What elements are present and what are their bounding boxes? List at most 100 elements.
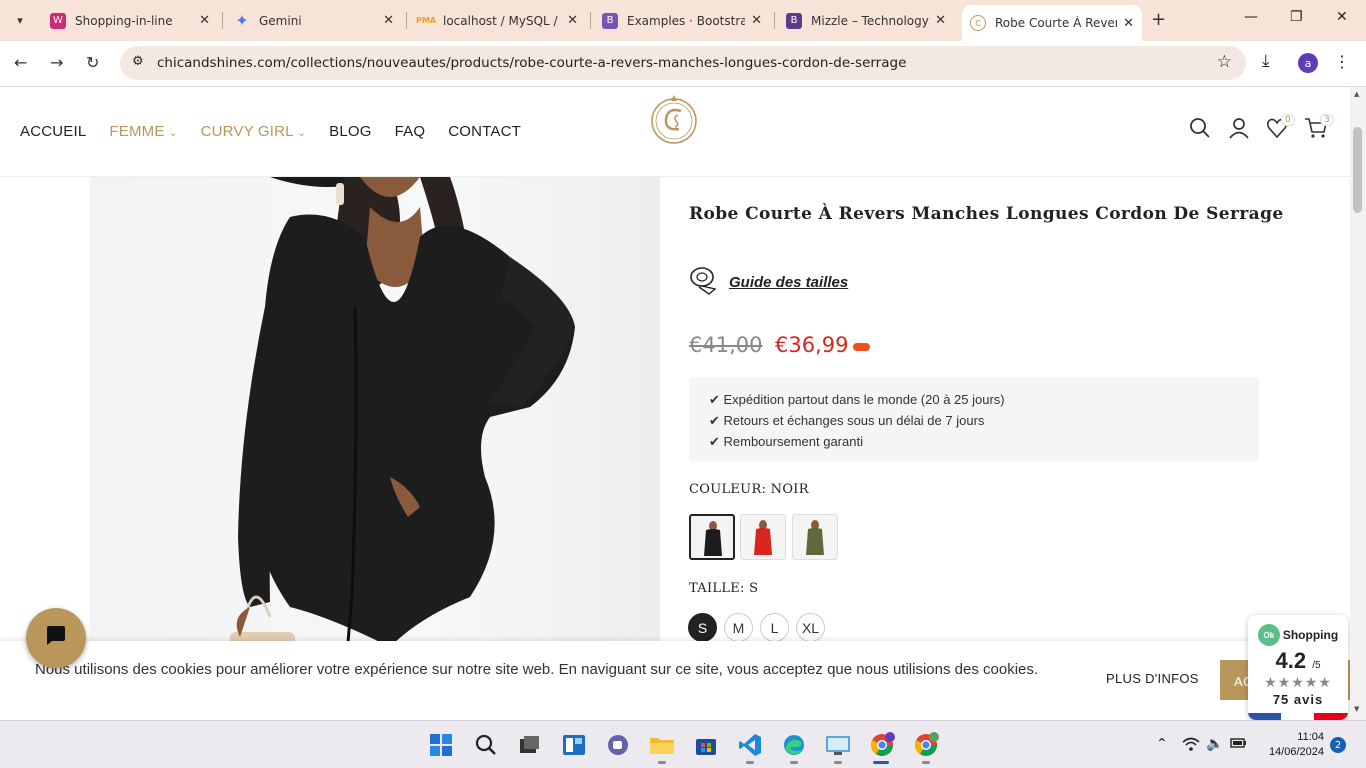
running-indicator: [658, 761, 666, 764]
size-guide-label[interactable]: Guide des tailles: [729, 274, 848, 291]
chrome-profile-icon[interactable]: [913, 732, 939, 758]
nav-femme[interactable]: FEMME ⌄: [109, 123, 177, 140]
running-indicator: [922, 761, 930, 764]
color-swatch-rouge[interactable]: [740, 514, 786, 560]
tray-chevron-up-icon[interactable]: ⌃: [1156, 736, 1168, 752]
search-icon[interactable]: [1189, 117, 1211, 144]
forward-icon[interactable]: →: [50, 53, 63, 72]
scrollbar-thumb[interactable]: [1353, 127, 1362, 213]
tab-search-button[interactable]: ▾: [8, 9, 32, 31]
size-option-xl[interactable]: XL: [796, 613, 825, 642]
scroll-up-icon[interactable]: ▲: [1354, 90, 1359, 98]
edge-icon[interactable]: [781, 732, 807, 758]
page-scrollbar[interactable]: ▲ ▼: [1350, 87, 1366, 720]
product-image[interactable]: [90, 177, 660, 720]
remote-desktop-icon[interactable]: [825, 732, 851, 758]
close-tab-icon[interactable]: ✕: [383, 13, 394, 28]
chrome-icon[interactable]: [869, 732, 895, 758]
size-option-m[interactable]: M: [724, 613, 753, 642]
reload-icon[interactable]: ↻: [86, 53, 99, 72]
chat-button[interactable]: [26, 608, 86, 668]
account-icon[interactable]: [1228, 117, 1250, 144]
restore-icon[interactable]: ❐: [1290, 9, 1303, 25]
task-view-icon[interactable]: [516, 732, 542, 758]
nav-contact[interactable]: CONTACT: [448, 123, 521, 140]
color-swatch-vert[interactable]: [792, 514, 838, 560]
close-tab-icon[interactable]: ✕: [567, 13, 578, 28]
search-icon[interactable]: [473, 732, 499, 758]
browser-tab-active[interactable]: C Robe Courte À Revers ✕: [962, 5, 1142, 41]
chicandshines-icon: C: [970, 15, 986, 31]
nav-curvy-girl[interactable]: CURVY GIRL ⌄: [201, 123, 307, 140]
browser-menu-icon[interactable]: ⋮: [1334, 52, 1350, 71]
color-swatch-noir[interactable]: [689, 514, 735, 560]
url-text[interactable]: chicandshines.com/collections/nouveautes…: [157, 55, 906, 71]
chevron-down-icon: ⌄: [297, 128, 307, 139]
gemini-icon: ✦: [235, 11, 249, 30]
tab-title: localhost / MySQL / c: [443, 13, 562, 28]
bootstrap-icon: B: [786, 12, 802, 29]
site-logo[interactable]: [648, 93, 700, 145]
site-info-icon[interactable]: ⚙: [132, 54, 144, 69]
size-option-l[interactable]: L: [760, 613, 789, 642]
battery-icon[interactable]: [1230, 736, 1248, 754]
close-tab-icon[interactable]: ✕: [199, 13, 210, 28]
close-tab-icon[interactable]: ✕: [1123, 16, 1134, 31]
running-indicator: [790, 761, 798, 764]
back-icon[interactable]: ←: [14, 53, 27, 72]
current-price: €36,99: [775, 333, 849, 357]
measuring-tape-icon: [689, 265, 717, 299]
wishlist-count-badge: 0: [1281, 114, 1295, 126]
browser-tab[interactable]: W Shopping-in-line ✕: [42, 6, 218, 35]
close-window-icon[interactable]: ✕: [1336, 9, 1348, 25]
microsoft-store-icon[interactable]: [693, 732, 719, 758]
review-score: 4.2 /5: [1275, 648, 1321, 673]
size-option-s[interactable]: S: [688, 613, 717, 642]
product-title: Robe Courte À Revers Manches Longues Cor…: [689, 204, 1284, 224]
windows-taskbar: ⌃ 🔈 11:04 14/06/2024 2: [0, 720, 1366, 768]
wifi-icon[interactable]: [1182, 736, 1200, 756]
teams-chat-icon[interactable]: [605, 732, 631, 758]
browser-tab-bar: ▾ W Shopping-in-line ✕ ✦ Gemini ✕ PMA lo…: [0, 0, 1366, 41]
close-tab-icon[interactable]: ✕: [935, 13, 946, 28]
chevron-down-icon: ⌄: [168, 128, 178, 139]
size-guide-link[interactable]: Guide des tailles: [689, 265, 848, 299]
windows-start-icon[interactable]: [428, 732, 454, 758]
address-toolbar: ← → ↻ ⚙ chicandshines.com/collections/no…: [0, 41, 1366, 87]
nav-faq[interactable]: FAQ: [395, 123, 426, 140]
nav-blog[interactable]: BLOG: [329, 123, 371, 140]
tab-title: Examples · Bootstrap: [627, 13, 746, 28]
main-navigation: ACCUEIL FEMME ⌄ CURVY GIRL ⌄ BLOG FAQ CO…: [20, 123, 544, 140]
system-clock[interactable]: 11:04 14/06/2024: [1256, 730, 1324, 760]
review-widget[interactable]: Ok Shopping 4.2 /5 ★★★★★ 75 avis: [1248, 615, 1348, 720]
shipping-line: ✔ Expédition partout dans le monde (20 à…: [709, 392, 1005, 407]
tab-title: Shopping-in-line: [75, 13, 173, 28]
shipping-line: ✔ Remboursement garanti: [709, 434, 863, 449]
woocommerce-icon: W: [50, 12, 66, 29]
widgets-icon[interactable]: [561, 732, 587, 758]
browser-tab[interactable]: B Examples · Bootstrap ✕: [594, 6, 770, 35]
notification-badge[interactable]: 2: [1330, 737, 1346, 753]
chat-bubble-icon: [44, 624, 68, 652]
site-header: ACCUEIL FEMME ⌄ CURVY GIRL ⌄ BLOG FAQ CO…: [0, 87, 1350, 177]
nav-accueil[interactable]: ACCUEIL: [20, 123, 86, 140]
scroll-down-icon[interactable]: ▼: [1354, 705, 1359, 713]
cookie-more-info-button[interactable]: PLUS D'INFOS: [1106, 671, 1199, 686]
url-bar[interactable]: ⚙ chicandshines.com/collections/nouveaut…: [120, 46, 1246, 80]
bookmark-star-icon[interactable]: ☆: [1217, 52, 1232, 72]
browser-tab[interactable]: ✦ Gemini ✕: [226, 6, 402, 35]
old-price: €41,00: [689, 333, 763, 357]
review-count: 75 avis: [1272, 692, 1324, 707]
browser-tab[interactable]: PMA localhost / MySQL / c ✕: [410, 6, 586, 35]
vscode-icon[interactable]: [737, 732, 763, 758]
volume-icon[interactable]: 🔈: [1206, 736, 1223, 752]
shipping-line: ✔ Retours et échanges sous un délai de 7…: [709, 413, 985, 428]
close-tab-icon[interactable]: ✕: [751, 13, 762, 28]
file-explorer-icon[interactable]: [649, 732, 675, 758]
browser-tab[interactable]: B Mizzle – Technology ✕: [778, 6, 954, 35]
new-tab-button[interactable]: +: [1151, 9, 1166, 30]
profile-avatar[interactable]: a: [1298, 53, 1318, 73]
minimize-icon[interactable]: —: [1244, 9, 1258, 25]
tab-title: Robe Courte À Revers: [995, 16, 1118, 30]
download-icon[interactable]: ⤓: [1262, 51, 1270, 71]
